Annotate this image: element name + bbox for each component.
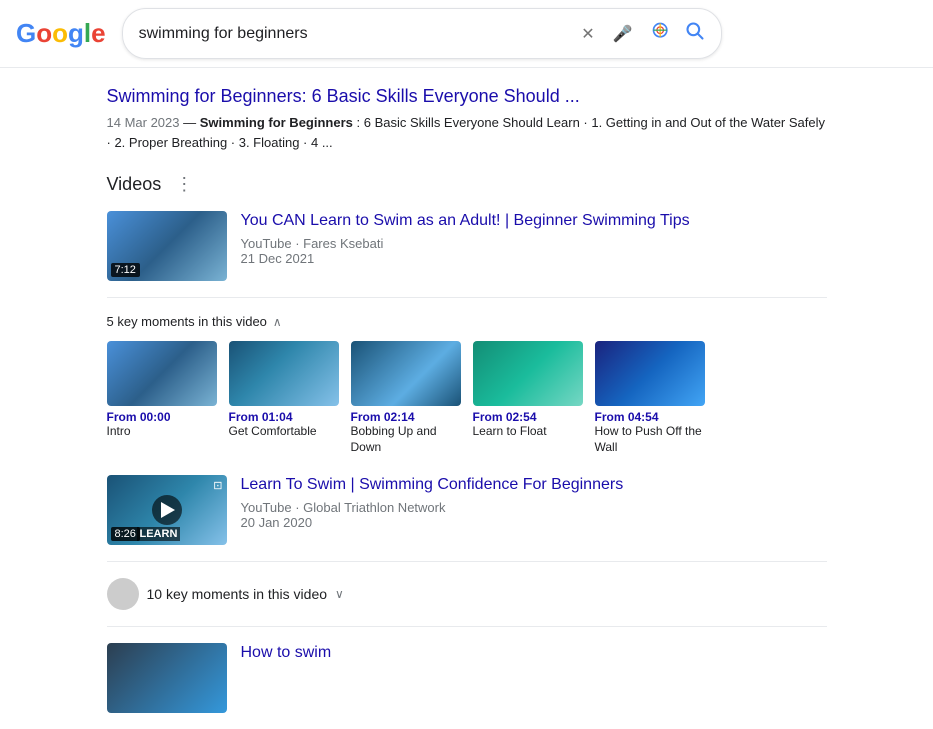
moment-thumb-2	[229, 341, 339, 406]
mic-icon: 🎤	[613, 26, 633, 43]
logo-letter-o1: o	[36, 18, 52, 48]
more-options-icon: ⋮	[175, 174, 193, 194]
key-moments-header-2[interactable]: 10 key moments in this video ∨	[107, 578, 827, 610]
lens-icon	[651, 21, 671, 41]
search-bar: ✕ 🎤	[122, 8, 722, 59]
moment-label-1: Intro	[107, 424, 217, 440]
play-triangle-2	[161, 502, 175, 518]
search-icon	[685, 21, 705, 41]
chevron-down-icon: ∨	[335, 587, 344, 601]
main-content: Swimming for Beginners: 6 Basic Skills E…	[87, 68, 847, 729]
video-title-text-1: You CAN Learn to Swim as an Adult! | Beg…	[241, 212, 690, 229]
video-thumbnail-1[interactable]: 7:12	[107, 211, 227, 281]
chevron-up-icon: ∧	[273, 315, 282, 329]
moment-time-2: From 01:04	[229, 410, 339, 424]
moment-label-5: How to Push Off the Wall	[595, 424, 705, 455]
moment-card-4[interactable]: From 02:54 Learn to Float	[473, 341, 583, 455]
key-moments-avatar-2	[107, 578, 139, 610]
moment-label-2: Get Comfortable	[229, 424, 339, 440]
result-title-link[interactable]: Swimming for Beginners: 6 Basic Skills E…	[107, 86, 580, 106]
result-title-text: Swimming for Beginners: 6 Basic Skills E…	[107, 86, 580, 106]
moment-time-3: From 02:14	[351, 410, 461, 424]
video-title-link-2[interactable]: Learn To Swim | Swimming Confidence For …	[241, 476, 624, 493]
header: Google ✕ 🎤	[0, 0, 933, 68]
key-moments-label-1: 5 key moments in this video	[107, 314, 267, 329]
search-icons: ✕ 🎤	[577, 17, 704, 50]
video-card-2: 8:26 LEARN ⊡ Learn To Swim | Swimming Co…	[107, 475, 827, 562]
search-input[interactable]	[139, 25, 570, 43]
key-moments-label-2: 10 key moments in this video	[147, 586, 328, 602]
video-thumbnail-3[interactable]	[107, 643, 227, 713]
lens-button[interactable]	[647, 17, 675, 50]
video-info-1: You CAN Learn to Swim as an Adult! | Beg…	[241, 211, 827, 266]
video-thumbnail-2-container: 8:26 LEARN ⊡	[107, 475, 227, 545]
moment-time-5: From 04:54	[595, 410, 705, 424]
video-card-1: 7:12 You CAN Learn to Swim as an Adult! …	[107, 211, 827, 298]
moment-time-1: From 00:00	[107, 410, 217, 424]
learn-label: LEARN	[137, 527, 181, 541]
video-source-2: YouTube · Global Triathlon Network	[241, 500, 827, 515]
expand-icon: ⊡	[213, 479, 222, 492]
search-result-snippet: Swimming for Beginners: 6 Basic Skills E…	[107, 84, 827, 152]
moment-card-1[interactable]: From 00:00 Intro	[107, 341, 217, 455]
logo-letter-e: e	[91, 18, 105, 48]
logo-letter-g: G	[16, 18, 36, 48]
moment-thumb-1	[107, 341, 217, 406]
key-moments-header-1[interactable]: 5 key moments in this video ∧	[107, 314, 827, 329]
videos-more-options-button[interactable]: ⋮	[169, 172, 199, 197]
play-overlay-2	[152, 495, 182, 525]
moment-label-3: Bobbing Up and Down	[351, 424, 461, 455]
result-date: 14 Mar 2023	[107, 115, 180, 130]
moment-card-3[interactable]: From 02:14 Bobbing Up and Down	[351, 341, 461, 455]
video-info-3: How to swim	[241, 643, 827, 664]
video-duration-1: 7:12	[111, 263, 140, 277]
clear-button[interactable]: ✕	[577, 20, 598, 48]
video-duration-2: 8:26	[111, 527, 140, 541]
search-submit-button[interactable]	[685, 21, 705, 46]
video-title-link-1[interactable]: You CAN Learn to Swim as an Adult! | Beg…	[241, 212, 690, 229]
result-meta: 14 Mar 2023 — Swimming for Beginners : 6…	[107, 113, 827, 152]
logo-letter-g2: g	[68, 18, 84, 48]
video-date-1: 21 Dec 2021	[241, 251, 827, 266]
moment-label-4: Learn to Float	[473, 424, 583, 440]
video-card-3: How to swim	[107, 643, 827, 713]
clear-icon: ✕	[581, 26, 594, 43]
divider	[107, 626, 827, 627]
video-date-2: 20 Jan 2020	[241, 515, 827, 530]
result-snippet-bold: Swimming for Beginners	[200, 115, 353, 130]
video-thumbnail-2[interactable]: 8:26 LEARN ⊡	[107, 475, 227, 545]
video-source-1: YouTube · Fares Ksebati	[241, 236, 827, 251]
video-info-2: Learn To Swim | Swimming Confidence For …	[241, 475, 827, 530]
moment-thumb-5	[595, 341, 705, 406]
moment-thumb-4	[473, 341, 583, 406]
logo-letter-o2: o	[52, 18, 68, 48]
videos-header: Videos ⋮	[107, 172, 827, 197]
moment-time-4: From 02:54	[473, 410, 583, 424]
videos-section-title: Videos	[107, 174, 162, 195]
key-moments-grid-1: From 00:00 Intro From 01:04 Get Comforta…	[107, 341, 827, 455]
result-dash: —	[183, 115, 200, 130]
moment-card-2[interactable]: From 01:04 Get Comfortable	[229, 341, 339, 455]
mic-button[interactable]: 🎤	[609, 20, 637, 48]
moment-card-5[interactable]: From 04:54 How to Push Off the Wall	[595, 341, 705, 455]
video-title-text-2: Learn To Swim | Swimming Confidence For …	[241, 476, 624, 493]
moment-thumb-3	[351, 341, 461, 406]
google-logo[interactable]: Google	[16, 18, 106, 49]
